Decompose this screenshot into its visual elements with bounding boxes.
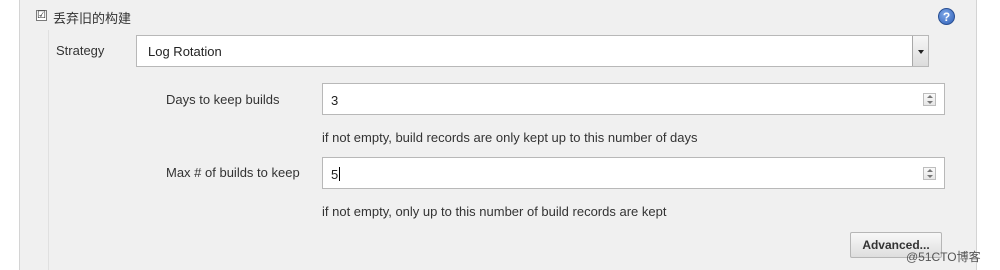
left-gutter (0, 0, 20, 270)
days-to-keep-label: Days to keep builds (166, 92, 280, 107)
max-builds-label: Max # of builds to keep (166, 165, 300, 180)
discard-old-builds-label: 丢弃旧的构建 (53, 11, 132, 26)
days-to-keep-value: 3 (331, 93, 339, 108)
strategy-label: Strategy (56, 43, 105, 58)
help-icon[interactable]: ? (938, 8, 955, 25)
strategy-selected-value: Log Rotation (148, 44, 222, 59)
discard-old-builds-header: ☑ 丢弃旧的构建 ? (20, 0, 976, 30)
discard-old-builds-checkbox[interactable]: ☑ (36, 10, 47, 21)
max-builds-hint: if not empty, only up to this number of … (322, 204, 667, 219)
max-builds-value: 5 (331, 167, 339, 182)
days-spinner-icon[interactable] (923, 93, 936, 106)
watermark: @51CTO博客 (906, 250, 981, 264)
right-edge (976, 0, 1000, 270)
max-builds-value-wrap: 5 (331, 167, 341, 182)
max-builds-spinner-icon[interactable] (923, 167, 936, 180)
max-builds-input[interactable]: 5 (322, 157, 945, 189)
days-to-keep-hint: if not empty, build records are only kep… (322, 130, 698, 145)
chevron-down-icon[interactable] (912, 36, 928, 66)
days-to-keep-input[interactable]: 3 (322, 83, 945, 115)
text-caret (339, 167, 341, 181)
strategy-select[interactable]: Log Rotation (136, 35, 929, 67)
